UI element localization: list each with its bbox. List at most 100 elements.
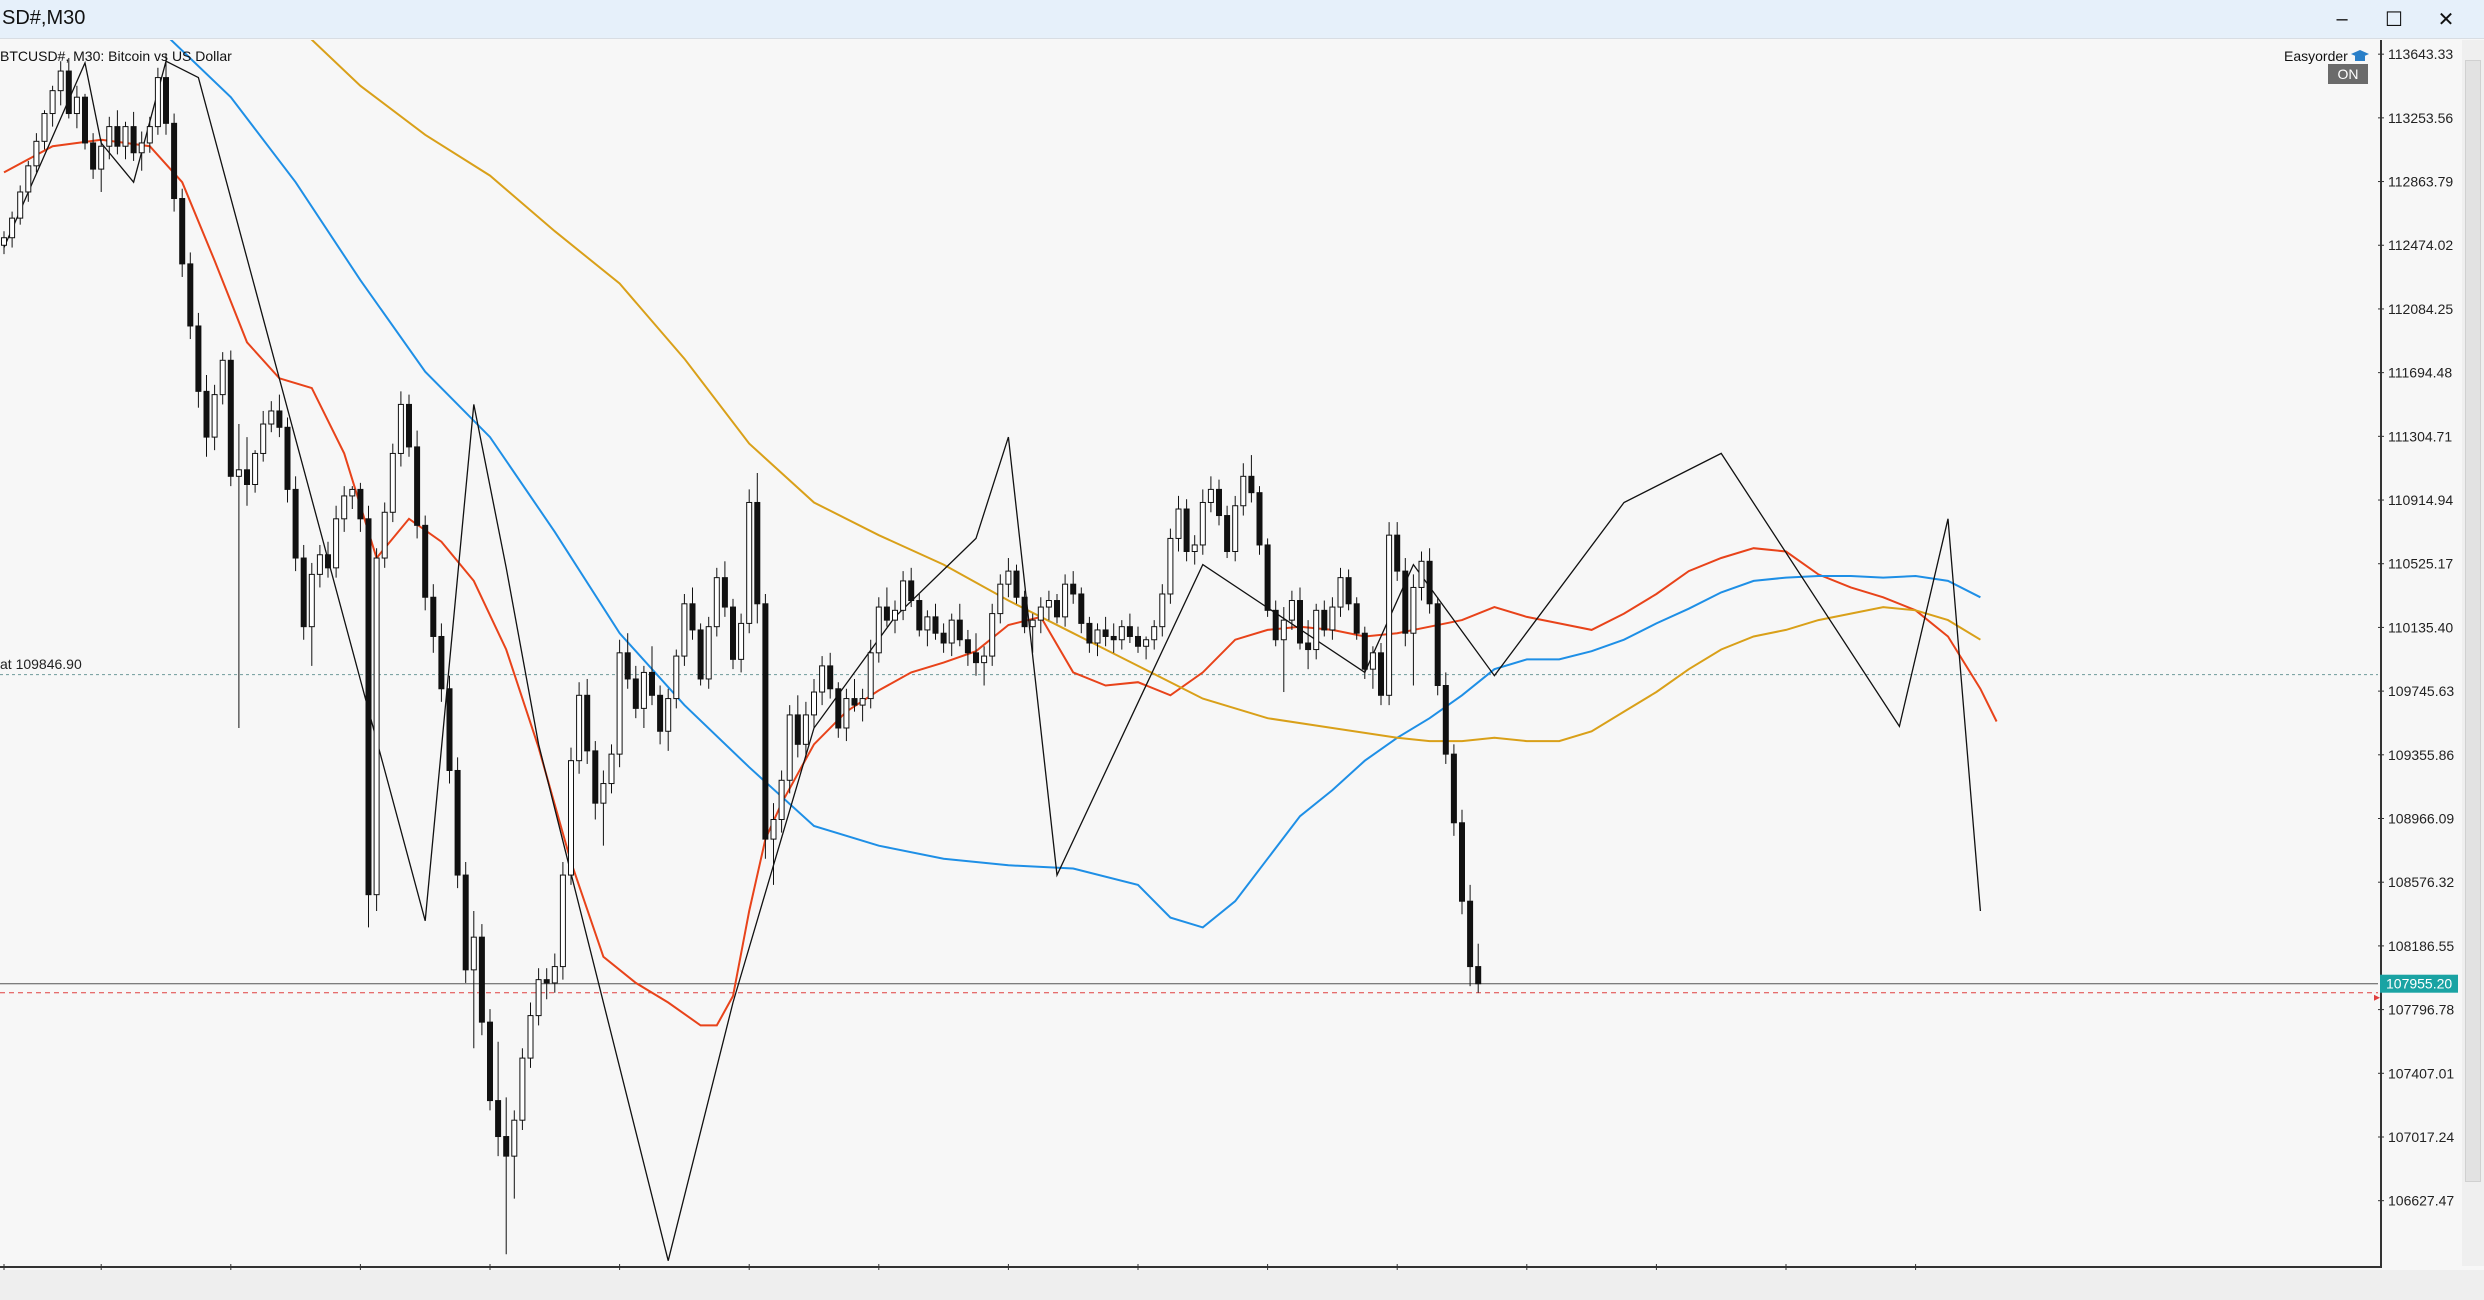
y-tick-label-11: 109355.86 <box>2388 747 2454 763</box>
candle-body-32 <box>260 423 267 454</box>
candle-body-108 <box>875 606 882 654</box>
candle-body-67 <box>543 979 550 984</box>
scrollbar-thumb[interactable] <box>2465 60 2481 1182</box>
candle-body-118 <box>956 619 963 641</box>
candle-body-148 <box>1199 501 1206 546</box>
candle-body-150 <box>1216 488 1222 517</box>
candle-body-18 <box>146 126 153 144</box>
candle-body-40 <box>325 554 331 569</box>
candle-body-141 <box>1143 639 1150 647</box>
candle-body-106 <box>859 698 866 706</box>
candle-body-145 <box>1175 508 1182 539</box>
candle-body-129 <box>1045 600 1052 608</box>
candle-body-178 <box>1442 685 1449 755</box>
y-tick-label-12: 108966.09 <box>2388 811 2454 827</box>
graduation-cap-icon[interactable] <box>2350 48 2370 64</box>
candle-body-41 <box>333 518 340 569</box>
candle-body-1 <box>9 217 16 239</box>
minimize-button[interactable]: – <box>2320 4 2364 34</box>
candle-body-137 <box>1110 635 1117 641</box>
candle-body-180 <box>1459 822 1465 902</box>
candle-body-83 <box>673 655 680 700</box>
candle-body-86 <box>697 629 704 680</box>
title-bar[interactable]: SD#,M30 – ☐ ✕ <box>0 0 2484 39</box>
candle-body-165 <box>1337 577 1344 608</box>
candle-body-120 <box>973 652 979 664</box>
candle-body-58 <box>470 936 477 971</box>
candle-body-3 <box>25 165 32 193</box>
candle-body-134 <box>1086 622 1093 644</box>
candle-body-85 <box>689 603 696 631</box>
candle-body-171 <box>1386 534 1393 696</box>
candle-body-50 <box>406 403 412 448</box>
y-tick-label-17: 107017.24 <box>2388 1129 2454 1145</box>
candle-body-177 <box>1434 603 1441 687</box>
candle-body-72 <box>584 694 591 752</box>
candle-body-124 <box>1005 570 1012 585</box>
candle-body-110 <box>892 609 898 621</box>
candle-body-127 <box>1029 619 1036 628</box>
candle-body-56 <box>454 769 461 876</box>
candle-body-121 <box>981 655 988 664</box>
y-tick-label-10: 109745.63 <box>2388 683 2454 699</box>
candle-body-10 <box>82 96 88 144</box>
y-tick-label-8: 110525.17 <box>2388 556 2453 572</box>
candle-body-65 <box>527 1015 534 1059</box>
candle-body-95 <box>770 819 777 840</box>
price-chart[interactable]: 113643.33 113253.56 112863.79 112474.02 1120… <box>0 40 2462 1270</box>
y-tick-label-9: 110135.40 <box>2388 619 2453 635</box>
bottom-strip <box>0 1270 2484 1300</box>
candle-body-144 <box>1167 537 1174 595</box>
candle-body-0 <box>1 237 7 246</box>
y-tick-label-6: 111304.71 <box>2388 428 2452 444</box>
terminal-window: SD#,M30 – ☐ ✕ 113643.33 113253.56 112863.7… <box>0 0 2484 1300</box>
candle-body-54 <box>438 635 445 690</box>
candle-body-143 <box>1159 593 1166 628</box>
candle-body-7 <box>57 70 64 92</box>
candle-body-179 <box>1450 753 1457 824</box>
candle-body-112 <box>908 580 915 602</box>
candle-body-31 <box>252 452 259 485</box>
candle-body-66 <box>535 979 542 1017</box>
candle-body-99 <box>802 714 809 745</box>
candle-body-11 <box>90 142 97 170</box>
candle-body-138 <box>1118 626 1125 641</box>
candle-body-125 <box>1013 570 1020 598</box>
candle-body-43 <box>349 488 356 497</box>
candle-body-163 <box>1321 609 1328 631</box>
candle-body-101 <box>819 665 826 693</box>
candle-body-162 <box>1313 609 1320 651</box>
candle-body-87 <box>705 626 712 680</box>
y-tick-label-1: 113253.56 <box>2388 110 2453 126</box>
chart-area[interactable]: 113643.33 113253.56 112863.79 112474.02 1120… <box>0 40 2458 1270</box>
candle-body-89 <box>721 577 728 608</box>
candle-body-98 <box>794 714 801 745</box>
y-tick-label-14: 108186.55 <box>2388 938 2454 954</box>
candle-body-71 <box>576 694 583 762</box>
easyorder-status-badge[interactable]: ON <box>2328 64 2368 84</box>
candle-body-62 <box>503 1136 510 1157</box>
candle-body-160 <box>1297 600 1303 644</box>
candle-body-28 <box>227 359 234 477</box>
close-button[interactable]: ✕ <box>2424 4 2468 34</box>
candle-body-122 <box>989 613 996 657</box>
candle-body-111 <box>900 580 907 611</box>
candle-body-24 <box>195 325 202 392</box>
candle-body-52 <box>422 524 429 598</box>
candle-body-51 <box>414 446 421 526</box>
candle-body-94 <box>762 603 769 840</box>
alert-line-label: at 109846.90 <box>0 656 82 672</box>
arrow-right-icon <box>2374 994 2380 1001</box>
candle-body-44 <box>357 488 364 520</box>
maximize-button[interactable]: ☐ <box>2372 4 2416 34</box>
candles <box>1 53 1482 1255</box>
candle-body-131 <box>1062 583 1069 618</box>
candle-body-173 <box>1402 570 1409 634</box>
candle-body-70 <box>568 760 574 876</box>
candle-body-128 <box>1037 606 1044 621</box>
candle-body-103 <box>835 688 842 729</box>
candle-body-80 <box>649 671 655 696</box>
candle-body-140 <box>1135 635 1141 647</box>
y-tick-label-18: 106627.47 <box>2388 1193 2454 1209</box>
candle-body-75 <box>608 753 615 785</box>
